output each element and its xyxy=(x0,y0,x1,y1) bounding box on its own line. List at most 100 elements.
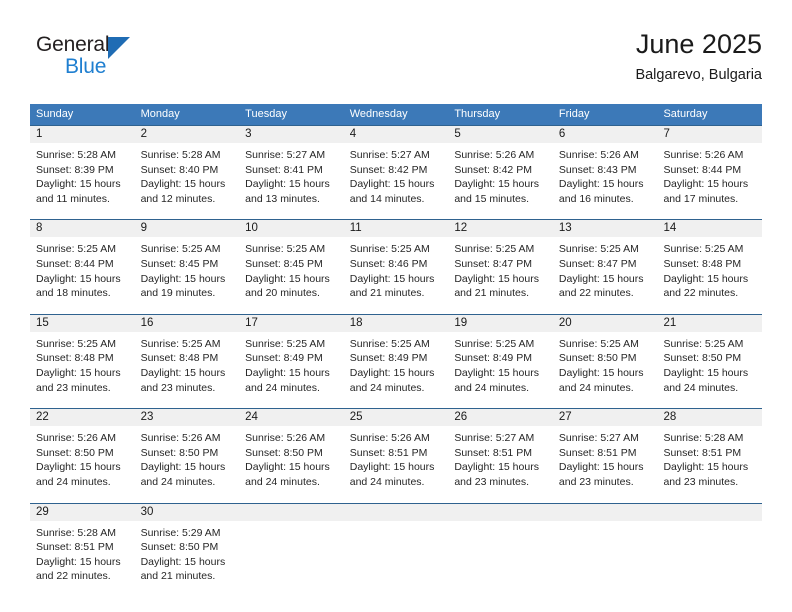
day-details xyxy=(553,521,658,590)
day-cell[interactable]: 11 Sunrise: 5:25 AM Sunset: 8:46 PM Dayligh… xyxy=(343,220,449,307)
day-details: Sunrise: 5:25 AM Sunset: 8:48 PM Daylight:… xyxy=(135,332,240,401)
day-number-band: 19 xyxy=(448,314,553,332)
daylight-text-line2: and 23 minutes. xyxy=(558,475,634,488)
day-cell[interactable]: 30 Sunrise: 5:29 AM Sunset: 8:50 PM Dayligh… xyxy=(134,503,240,590)
daylight-text-line2: and 12 minutes. xyxy=(140,192,216,205)
day-details: Sunrise: 5:26 AM Sunset: 8:42 PM Daylight:… xyxy=(448,143,553,212)
day-number-band: 20 xyxy=(552,314,658,332)
week-cells: 15 Sunrise: 5:25 AM Sunset: 8:48 PM Dayligh… xyxy=(30,314,763,402)
sunset-text: Sunset: 8:49 PM xyxy=(245,352,323,365)
day-cell[interactable]: 1 Sunrise: 5:28 AM Sunset: 8:39 PM Daylight… xyxy=(30,126,135,213)
sunrise-text: Sunrise: 5:27 AM xyxy=(454,432,535,445)
day-cell[interactable]: 22 Sunrise: 5:26 AM Sunset: 8:50 PM Dayligh… xyxy=(30,409,135,496)
day-cell[interactable]: 15 Sunrise: 5:25 AM Sunset: 8:48 PM Dayligh… xyxy=(30,314,135,402)
day-details: Sunrise: 5:27 AM Sunset: 8:51 PM Daylight:… xyxy=(553,426,658,495)
day-number-band xyxy=(239,503,344,521)
daylight-text-line2: and 24 minutes. xyxy=(140,475,216,488)
day-number: 11 xyxy=(349,222,362,235)
sunset-text: Sunset: 8:50 PM xyxy=(245,446,323,459)
day-number-band: 24 xyxy=(239,409,344,427)
day-number: 9 xyxy=(140,222,147,235)
day-cell[interactable]: 23 Sunrise: 5:26 AM Sunset: 8:50 PM Dayligh… xyxy=(134,409,240,496)
day-cell[interactable]: 21 Sunrise: 5:25 AM Sunset: 8:50 PM Dayligh… xyxy=(657,314,763,402)
daylight-text-line1: Daylight: 15 hours xyxy=(454,178,539,191)
day-cell[interactable]: 27 Sunrise: 5:27 AM Sunset: 8:51 PM Dayligh… xyxy=(552,409,658,496)
daylight-text-line1: Daylight: 15 hours xyxy=(558,178,644,191)
day-number: 14 xyxy=(663,222,677,235)
day-cell[interactable]: 4 Sunrise: 5:27 AM Sunset: 8:42 PM Daylight… xyxy=(343,126,449,213)
weekday-header-row: Sunday Monday Tuesday Wednesday Thursday Frid… xyxy=(30,104,762,125)
sunrise-text: Sunrise: 5:25 AM xyxy=(349,243,430,256)
daylight-text-line2: and 24 minutes. xyxy=(454,381,530,394)
sunrise-text: Sunrise: 5:28 AM xyxy=(36,526,116,539)
day-cell[interactable]: 5 Sunrise: 5:26 AM Sunset: 8:42 PM Daylight… xyxy=(448,126,553,213)
daylight-text-line1: Daylight: 15 hours xyxy=(36,461,121,474)
day-cell[interactable]: 10 Sunrise: 5:25 AM Sunset: 8:45 PM Dayligh… xyxy=(239,220,344,307)
day-cell[interactable]: 2 Sunrise: 5:28 AM Sunset: 8:40 PM Daylight… xyxy=(134,126,240,213)
daylight-text-line1: Daylight: 15 hours xyxy=(140,178,226,191)
day-cell[interactable]: 19 Sunrise: 5:25 AM Sunset: 8:49 PM Dayligh… xyxy=(448,314,553,402)
weekday-header-monday: Monday xyxy=(140,108,180,120)
day-cell[interactable]: 26 Sunrise: 5:27 AM Sunset: 8:51 PM Dayligh… xyxy=(448,409,553,496)
sunrise-text: Sunrise: 5:25 AM xyxy=(140,243,221,256)
day-cell[interactable]: 16 Sunrise: 5:25 AM Sunset: 8:48 PM Dayligh… xyxy=(134,314,240,402)
day-number-band: 25 xyxy=(343,409,449,427)
day-details: Sunrise: 5:25 AM Sunset: 8:45 PM Daylight:… xyxy=(135,237,240,306)
day-cell[interactable]: 18 Sunrise: 5:25 AM Sunset: 8:49 PM Dayligh… xyxy=(343,314,449,402)
day-number-band: 13 xyxy=(552,220,658,238)
sunset-text: Sunset: 8:47 PM xyxy=(558,257,637,270)
day-number-band: 30 xyxy=(134,503,240,521)
sunrise-text: Sunrise: 5:25 AM xyxy=(558,337,639,350)
daylight-text-line2: and 21 minutes. xyxy=(140,570,216,583)
daylight-text-line2: and 24 minutes. xyxy=(558,381,634,394)
day-cell[interactable]: 8 Sunrise: 5:25 AM Sunset: 8:44 PM Daylight… xyxy=(30,220,135,307)
day-cell[interactable]: 20 Sunrise: 5:25 AM Sunset: 8:50 PM Dayligh… xyxy=(552,314,658,402)
sunset-text: Sunset: 8:40 PM xyxy=(140,163,219,176)
day-number: 12 xyxy=(454,222,468,235)
daylight-text-line1: Daylight: 15 hours xyxy=(140,555,226,568)
day-details: Sunrise: 5:25 AM Sunset: 8:48 PM Daylight:… xyxy=(30,332,135,401)
day-cell[interactable]: 3 Sunrise: 5:27 AM Sunset: 8:41 PM Daylight… xyxy=(239,126,344,213)
day-number-band: 26 xyxy=(448,409,553,427)
sunset-text: Sunset: 8:39 PM xyxy=(36,163,114,176)
day-number-band: 6 xyxy=(552,126,658,143)
day-number-band xyxy=(448,503,553,521)
sunset-text: Sunset: 8:51 PM xyxy=(454,446,532,459)
day-cell[interactable]: 28 Sunrise: 5:28 AM Sunset: 8:51 PM Dayligh… xyxy=(657,409,763,496)
day-number-band: 15 xyxy=(30,314,135,332)
calendar-week-row: 15 Sunrise: 5:25 AM Sunset: 8:48 PM Dayligh… xyxy=(30,313,763,402)
day-details: Sunrise: 5:25 AM Sunset: 8:48 PM Daylight:… xyxy=(657,237,762,306)
day-number: 6 xyxy=(558,128,566,140)
day-cell[interactable]: 14 Sunrise: 5:25 AM Sunset: 8:48 PM Dayligh… xyxy=(657,220,763,307)
sunrise-text: Sunrise: 5:26 AM xyxy=(663,149,744,161)
day-cell[interactable]: 12 Sunrise: 5:25 AM Sunset: 8:47 PM Dayligh… xyxy=(448,220,553,307)
sunrise-text: Sunrise: 5:27 AM xyxy=(349,149,430,161)
day-cell[interactable]: 7 Sunrise: 5:26 AM Sunset: 8:44 PM Daylight… xyxy=(657,126,763,213)
daylight-text-line1: Daylight: 15 hours xyxy=(558,366,644,379)
sunrise-text: Sunrise: 5:25 AM xyxy=(245,337,326,350)
day-cell[interactable]: 13 Sunrise: 5:25 AM Sunset: 8:47 PM Dayligh… xyxy=(552,220,658,307)
day-cell[interactable]: 6 Sunrise: 5:26 AM Sunset: 8:43 PM Daylight… xyxy=(552,126,658,213)
sunrise-text: Sunrise: 5:25 AM xyxy=(36,337,116,350)
day-cell[interactable]: 29 Sunrise: 5:28 AM Sunset: 8:51 PM Dayligh… xyxy=(30,503,135,590)
day-details: Sunrise: 5:27 AM Sunset: 8:51 PM Daylight:… xyxy=(448,426,553,495)
day-number-band: 3 xyxy=(239,126,344,143)
sunset-text: Sunset: 8:50 PM xyxy=(140,446,219,459)
day-details xyxy=(657,521,762,590)
day-number-band xyxy=(657,503,763,521)
weekday-header-thursday: Thursday xyxy=(454,108,501,120)
day-cell[interactable]: 25 Sunrise: 5:26 AM Sunset: 8:51 PM Dayligh… xyxy=(343,409,449,496)
day-cell[interactable]: 24 Sunrise: 5:26 AM Sunset: 8:50 PM Dayligh… xyxy=(239,409,344,496)
day-cell[interactable]: 17 Sunrise: 5:25 AM Sunset: 8:49 PM Dayligh… xyxy=(239,314,344,402)
generalblue-logo[interactable]: General Blue xyxy=(36,33,166,83)
sunset-text: Sunset: 8:41 PM xyxy=(245,163,323,176)
day-details: Sunrise: 5:27 AM Sunset: 8:42 PM Daylight:… xyxy=(344,143,449,212)
sunset-text: Sunset: 8:48 PM xyxy=(36,352,114,365)
day-details: Sunrise: 5:26 AM Sunset: 8:50 PM Daylight:… xyxy=(239,426,344,495)
daylight-text-line2: and 20 minutes. xyxy=(245,287,320,300)
day-cell[interactable]: 9 Sunrise: 5:25 AM Sunset: 8:45 PM Daylight… xyxy=(134,220,240,307)
daylight-text-line2: and 21 minutes. xyxy=(349,287,425,300)
daylight-text-line1: Daylight: 15 hours xyxy=(454,366,539,379)
sunrise-text: Sunrise: 5:26 AM xyxy=(245,432,326,445)
week-cells: 29 Sunrise: 5:28 AM Sunset: 8:51 PM Dayligh… xyxy=(30,503,763,590)
